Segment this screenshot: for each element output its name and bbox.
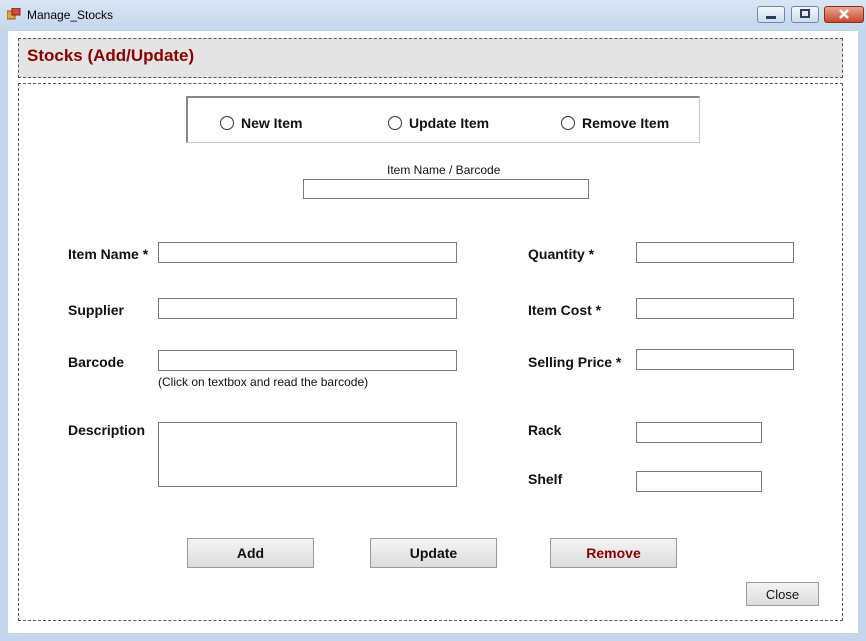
app-icon: [7, 8, 21, 20]
window-frame-left: [0, 31, 8, 641]
page-title: Stocks (Add/Update): [27, 46, 195, 65]
radio-update-item[interactable]: Update Item: [388, 115, 489, 131]
close-icon: [839, 9, 849, 19]
update-button[interactable]: Update: [370, 538, 497, 568]
item-cost-label: Item Cost *: [528, 302, 602, 318]
add-button[interactable]: Add: [187, 538, 314, 568]
description-textarea[interactable]: [158, 422, 457, 487]
supplier-input[interactable]: [158, 298, 457, 319]
item-cost-input[interactable]: [636, 298, 794, 319]
quantity-label: Quantity *: [528, 246, 595, 262]
rack-input[interactable]: [636, 422, 762, 443]
item-name-label: Item Name *: [68, 246, 149, 262]
window-titlebar[interactable]: [0, 0, 866, 32]
remove-button[interactable]: Remove: [550, 538, 677, 568]
barcode-label: Barcode: [68, 354, 125, 370]
radio-new-item[interactable]: New Item: [220, 115, 302, 131]
restore-icon: [800, 9, 810, 18]
radio-circle-icon: [388, 116, 402, 130]
maximize-button[interactable]: [791, 6, 819, 23]
description-label: Description: [68, 422, 146, 438]
minimize-icon: [766, 16, 776, 19]
search-label: Item Name / Barcode: [387, 163, 501, 177]
window-frame-right: [858, 31, 866, 641]
close-button[interactable]: Close: [746, 582, 819, 606]
item-name-input[interactable]: [158, 242, 457, 263]
selling-price-input[interactable]: [636, 349, 794, 370]
radio-label: Remove Item: [582, 115, 670, 131]
barcode-input[interactable]: [158, 350, 457, 371]
supplier-label: Supplier: [68, 302, 125, 318]
quantity-input[interactable]: [636, 242, 794, 263]
rack-label: Rack: [528, 422, 562, 438]
radio-circle-icon: [561, 116, 575, 130]
selling-price-label: Selling Price *: [528, 354, 622, 370]
shelf-label: Shelf: [528, 471, 563, 487]
window-title: Manage_Stocks: [27, 8, 114, 22]
barcode-hint: (Click on textbox and read the barcode): [158, 375, 369, 389]
radio-label: New Item: [241, 115, 303, 131]
shelf-input[interactable]: [636, 471, 762, 492]
radio-label: Update Item: [409, 115, 490, 131]
radio-circle-icon: [220, 116, 234, 130]
search-input[interactable]: [303, 179, 589, 199]
radio-remove-item[interactable]: Remove Item: [561, 115, 669, 131]
close-window-button[interactable]: [824, 6, 864, 23]
window-frame-bottom: [0, 633, 866, 641]
minimize-button[interactable]: [757, 6, 785, 23]
